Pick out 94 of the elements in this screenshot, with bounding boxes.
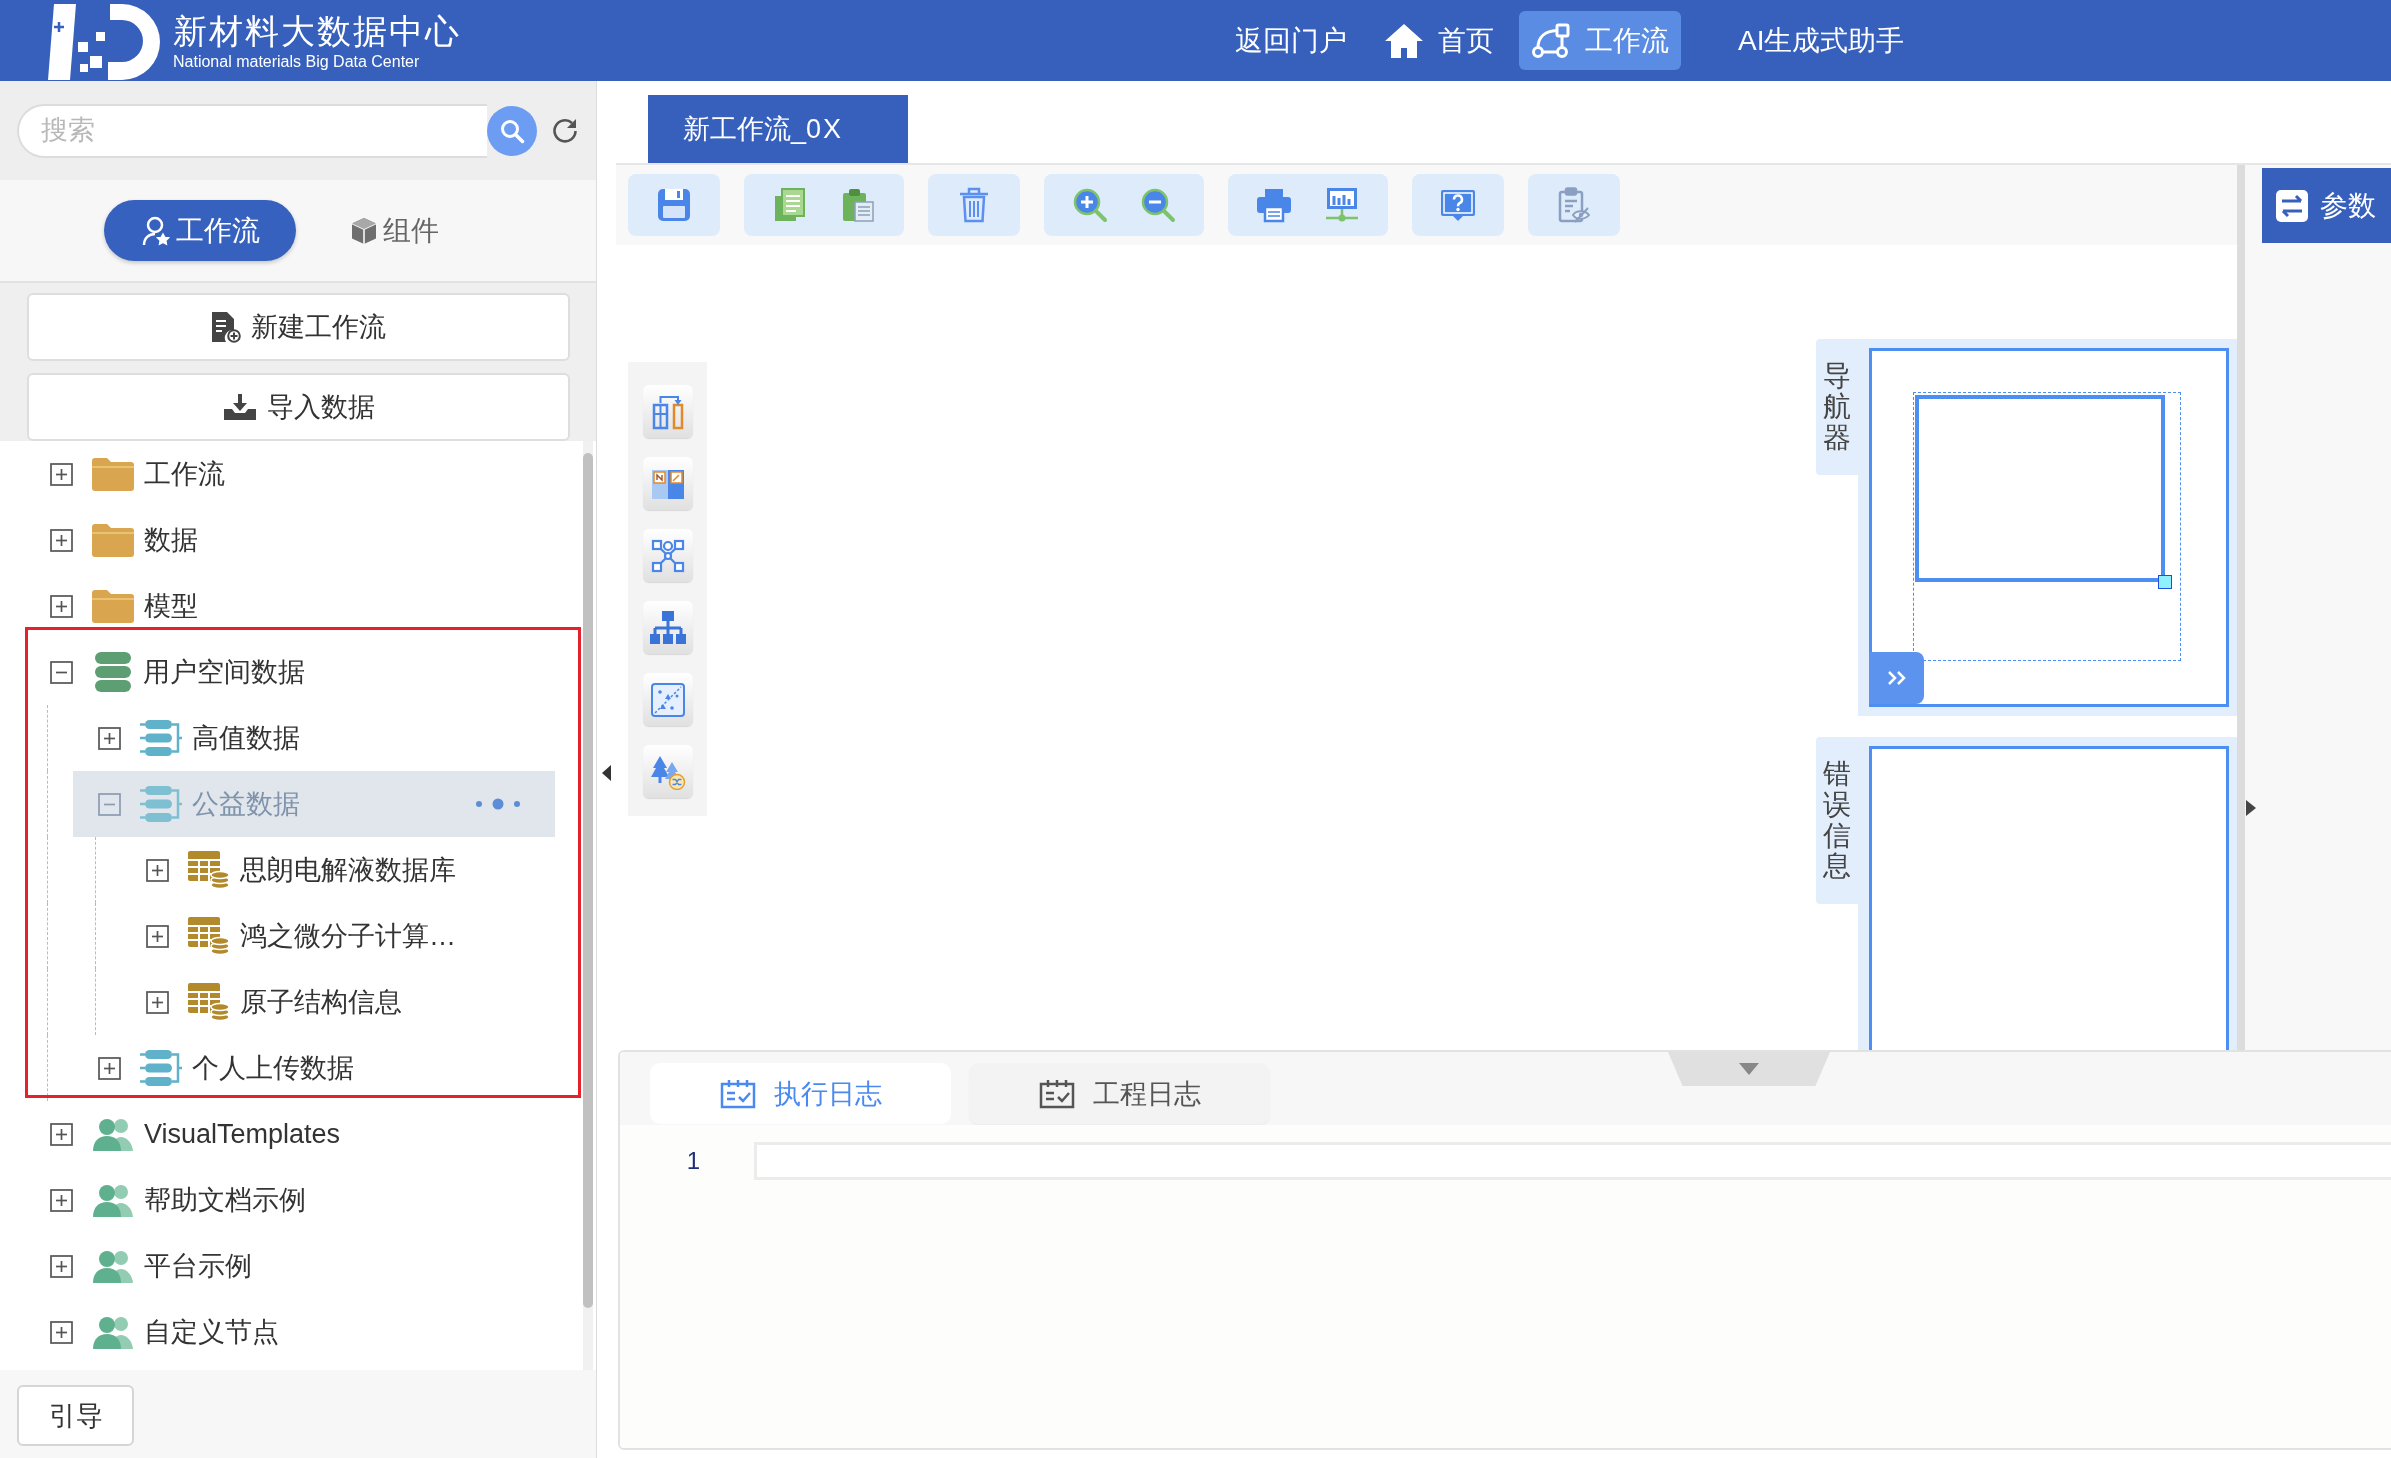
plus-box-icon[interactable] — [50, 594, 73, 618]
close-button[interactable]: X — [823, 113, 842, 145]
guide-button[interactable]: 引导 — [17, 1385, 134, 1446]
caret-left-icon[interactable] — [602, 765, 611, 781]
log-tab[interactable]: 工程日志 — [969, 1063, 1270, 1124]
users-icon — [92, 1183, 134, 1217]
clipboard-eye-icon[interactable] — [1556, 187, 1592, 223]
search-field[interactable]: 搜索 — [17, 103, 487, 158]
caret-down-icon — [1739, 1063, 1759, 1075]
folder-icon — [92, 589, 134, 623]
params-tab[interactable]: 参数 — [2262, 168, 2391, 243]
tree-item[interactable]: 鸿之微分子计算… — [146, 903, 460, 969]
search-icon — [499, 117, 525, 144]
users-icon — [92, 1249, 134, 1283]
users-icon — [92, 1117, 134, 1151]
table-stack-icon — [188, 917, 230, 955]
swap-arrows-icon — [2276, 189, 2308, 222]
zoom-out-icon[interactable] — [1140, 187, 1176, 223]
folder-icon — [92, 457, 134, 491]
tree-item[interactable]: 个人上传数据 — [98, 1035, 358, 1101]
nav-link[interactable]: AI生成式助手 — [1726, 11, 1917, 70]
folder-icon — [92, 523, 134, 557]
plus-box-icon[interactable] — [50, 462, 73, 486]
tool-button[interactable] — [642, 457, 693, 510]
tool-button[interactable] — [642, 529, 693, 582]
tree-item[interactable]: 数据 — [50, 507, 202, 573]
plus-box-icon[interactable] — [98, 726, 121, 750]
plus-box-icon[interactable] — [98, 1056, 121, 1080]
navigator-tab[interactable]: 导航器 — [1816, 339, 1858, 476]
help-icon[interactable] — [1440, 187, 1476, 223]
search-button[interactable] — [487, 105, 537, 156]
double-chevron-icon — [1886, 670, 1907, 686]
action-button[interactable]: 导入数据 — [27, 373, 570, 441]
calendar-check-icon — [1038, 1078, 1075, 1109]
error-tab[interactable]: 错误信息 — [1816, 737, 1858, 905]
tree-item[interactable]: 模型 — [50, 573, 202, 639]
tree-item[interactable]: 思朗电解液数据库 — [146, 837, 460, 903]
new-file-icon — [211, 311, 241, 343]
hierarchy-icon — [649, 609, 686, 646]
tree-item[interactable]: 工作流 — [50, 441, 229, 507]
copy-icon[interactable] — [772, 187, 808, 223]
tree-item[interactable]: VisualTemplates — [50, 1101, 345, 1167]
expand-button[interactable] — [1869, 652, 1924, 704]
table-stack-icon — [188, 851, 230, 889]
plus-box-icon[interactable] — [50, 1320, 73, 1344]
stacked-bars-icon — [140, 1048, 182, 1088]
nav-link[interactable]: 返回门户 — [1223, 11, 1359, 70]
calendar-check-icon — [719, 1078, 756, 1109]
scatter-plot-icon — [649, 681, 686, 718]
plus-box-icon[interactable] — [50, 1122, 73, 1146]
zoom-in-icon[interactable] — [1072, 187, 1108, 223]
plus-box-icon[interactable] — [50, 1254, 73, 1278]
tree-item[interactable]: 原子结构信息 — [146, 969, 406, 1035]
sidebar-tab[interactable]: 工作流 — [104, 200, 296, 261]
save-icon[interactable] — [656, 187, 692, 223]
home-icon — [1384, 22, 1424, 59]
stacked-bars-icon — [140, 784, 182, 824]
plus-box-icon[interactable] — [146, 990, 169, 1014]
tool-button[interactable] — [642, 673, 693, 726]
tool-button[interactable] — [642, 745, 693, 798]
tool-button[interactable] — [642, 601, 693, 654]
database-icon — [95, 652, 131, 692]
sidebar-tab[interactable]: 组件 — [313, 200, 475, 261]
more-icon[interactable] — [475, 798, 521, 810]
users-icon — [92, 1315, 134, 1349]
line-number: 1 — [685, 1147, 700, 1175]
paste-icon[interactable] — [840, 187, 876, 223]
plus-box-icon[interactable] — [146, 858, 169, 882]
editor-tab[interactable]: 新工作流_0X — [648, 95, 908, 163]
cube-icon — [351, 216, 377, 245]
tool-button[interactable] — [642, 385, 693, 438]
tree-item[interactable]: 自定义节点 — [50, 1299, 283, 1365]
stacked-bars-icon — [140, 718, 182, 758]
network-monitor-icon[interactable] — [1324, 187, 1360, 223]
plus-box-icon[interactable] — [146, 924, 169, 948]
minus-box-icon[interactable] — [50, 660, 73, 684]
nav-link[interactable]: 首页 — [1372, 11, 1506, 70]
user-icon — [142, 215, 170, 246]
print-icon[interactable] — [1256, 187, 1292, 223]
action-button[interactable]: 新建工作流 — [27, 293, 570, 361]
plus-box-icon[interactable] — [50, 528, 73, 552]
viewport-frame[interactable] — [1915, 395, 2165, 582]
brand-subtitle: National materials Big Data Center — [173, 51, 421, 72]
tree-item[interactable]: 帮助文档示例 — [50, 1167, 310, 1233]
tree-item[interactable]: 高值数据 — [98, 705, 304, 771]
plus-box-icon[interactable] — [50, 1188, 73, 1212]
brand-title: 新材料大数据中心 — [173, 10, 462, 52]
table-stack-icon — [188, 983, 230, 1021]
tree-item[interactable]: 用户空间数据 — [50, 639, 309, 705]
resize-handle[interactable] — [2158, 575, 2172, 589]
tree-item[interactable]: 平台示例 — [50, 1233, 256, 1299]
download-icon — [222, 393, 257, 421]
node-network-icon — [649, 537, 686, 574]
flow-diagram-icon — [1531, 22, 1571, 59]
